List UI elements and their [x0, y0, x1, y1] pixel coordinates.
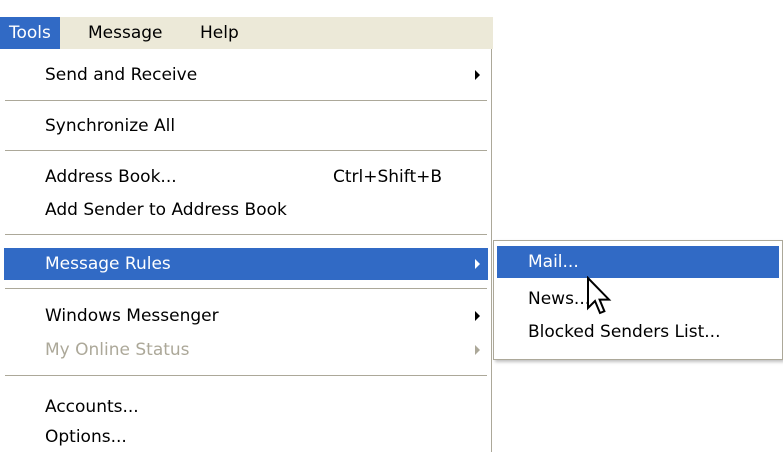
submenu-item-label: Mail...	[528, 252, 579, 272]
menu-tools[interactable]: Tools	[0, 17, 60, 49]
submenu-arrow-icon	[475, 259, 480, 269]
submenu-arrow-icon	[475, 311, 480, 321]
menu-bar: Tools Message Help	[0, 17, 493, 49]
menu-item-add-sender[interactable]: Add Sender to Address Book	[4, 194, 488, 226]
submenu-arrow-icon	[475, 345, 480, 355]
menu-item-label: Synchronize All	[45, 116, 176, 136]
menu-item-label: Send and Receive	[45, 65, 198, 85]
menu-item-address-book[interactable]: Address Book... Ctrl+Shift+B	[4, 161, 488, 193]
menu-item-windows-messenger[interactable]: Windows Messenger	[4, 300, 488, 332]
menu-item-synchronize-all[interactable]: Synchronize All	[4, 110, 488, 142]
menu-separator	[5, 288, 487, 290]
submenu-item-blocked-senders[interactable]: Blocked Senders List...	[497, 316, 779, 348]
menu-separator	[5, 375, 487, 377]
menu-help[interactable]: Help	[191, 17, 248, 49]
menu-item-message-rules[interactable]: Message Rules	[4, 248, 488, 280]
menu-item-label: Add Sender to Address Book	[45, 200, 287, 220]
menu-separator	[5, 100, 487, 102]
menu-item-label: Windows Messenger	[45, 306, 219, 326]
submenu-arrow-icon	[475, 70, 480, 80]
menu-item-my-online-status: My Online Status	[4, 334, 488, 366]
menu-item-send-and-receive[interactable]: Send and Receive	[4, 59, 488, 91]
menu-separator	[5, 150, 487, 152]
menu-message[interactable]: Message	[79, 17, 172, 49]
message-rules-submenu: Mail... News... Blocked Senders List...	[493, 240, 783, 360]
menu-item-shortcut: Ctrl+Shift+B	[333, 167, 443, 187]
menu-separator	[5, 234, 487, 236]
menu-item-label: Address Book...	[45, 167, 177, 187]
tools-menu: Send and Receive Synchronize All Address…	[0, 49, 492, 452]
menu-item-label: Message Rules	[45, 254, 171, 274]
menu-item-options[interactable]: Options...	[4, 421, 488, 453]
submenu-item-mail[interactable]: Mail...	[497, 246, 779, 278]
submenu-item-news[interactable]: News...	[497, 283, 779, 315]
menu-item-label: Options...	[45, 427, 127, 447]
menu-item-label: Accounts...	[45, 397, 139, 417]
submenu-item-label: News...	[528, 289, 591, 309]
submenu-item-label: Blocked Senders List...	[528, 322, 721, 342]
menu-item-accounts[interactable]: Accounts...	[4, 391, 488, 423]
menu-item-label: My Online Status	[45, 340, 190, 360]
